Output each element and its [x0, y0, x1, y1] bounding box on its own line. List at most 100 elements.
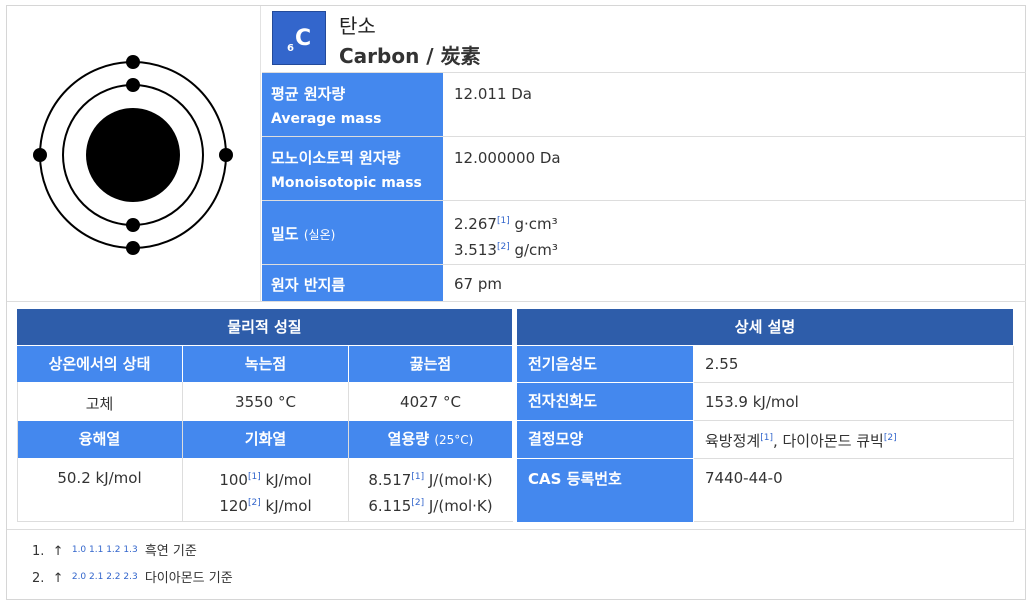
electron [126, 241, 140, 255]
melting-point-value: 3550 °C [235, 393, 296, 411]
boiling-point-header: 끓는점 [349, 346, 512, 382]
average-mass-row: 평균 원자량 Average mass 12.011 Da [262, 72, 1026, 136]
heat-of-fusion-value: 50.2 kJ/mol [57, 469, 142, 487]
density-values: 2.267[1] g·cm³ 3.513[2] g/cm³ [454, 211, 558, 263]
density-unit-2: g/cm³ [514, 241, 558, 259]
monoisotopic-mass-label: 모노이소토픽 원자량 Monoisotopic mass [262, 137, 443, 200]
heat-capacity-note: (25°C) [434, 433, 474, 447]
density-label-text: 밀도 (실온) [271, 223, 335, 244]
element-name-en: Carbon / 炭素 [339, 44, 481, 68]
crystal-hexagonal: 육방정계 [705, 432, 761, 450]
electronegativity-value: 2.55 [705, 355, 739, 373]
vaporization-number-1: 100 [219, 471, 248, 489]
table-border [17, 521, 513, 522]
cas-number-label: CAS 등록번호 [517, 459, 693, 522]
density-label-note: (실온) [303, 228, 336, 242]
average-mass-label-en: Average mass [271, 111, 382, 127]
table-border [17, 382, 18, 522]
state-header: 상온에서의 상태 [17, 346, 182, 382]
heat-capacity-header: 열용량 (25°C) [349, 421, 512, 458]
footnote-link[interactable]: [1] [248, 472, 261, 482]
atomic-radius-label-text: 원자 반지름 [271, 276, 346, 294]
density-number-2: 3.513 [454, 241, 497, 259]
density-unit-1: g·cm³ [514, 215, 558, 233]
average-mass-label-ko: 평균 원자량 [271, 85, 346, 103]
monoisotopic-mass-label-en: Monoisotopic mass [271, 175, 422, 191]
electron-affinity-value: 153.9 kJ/mol [705, 393, 799, 411]
table-border [694, 458, 1013, 459]
electron [126, 78, 140, 92]
density-value-graphite: 2.267[1] g·cm³ [454, 211, 558, 237]
electron [126, 218, 140, 232]
heat-capacity-unit-1: J/(mol·K) [428, 471, 493, 489]
table-border [694, 420, 1013, 421]
physical-properties-header: 물리적 성질 [17, 309, 512, 345]
crystal-structure-value: 육방정계[1], 다이아몬드 큐빅[2] [705, 430, 897, 451]
footnote-link[interactable]: [2] [411, 498, 424, 508]
melting-point-header: 녹는점 [183, 346, 348, 382]
footnote-link[interactable]: [1] [497, 216, 510, 226]
heat-of-vaporization-values: 100[1] kJ/mol 120[2] kJ/mol [183, 467, 348, 519]
atomic-number: 6 [287, 43, 294, 54]
average-mass-value: 12.011 Da [454, 85, 532, 103]
heat-capacity-values: 8.517[1] J/(mol·K) 6.115[2] J/(mol·K) [349, 467, 512, 519]
monoisotopic-mass-row: 모노이소토픽 원자량 Monoisotopic mass 12.000000 D… [262, 136, 1026, 200]
density-row: 밀도 (실온) 2.267[1] g·cm³ 3.513[2] g/cm³ [262, 200, 1026, 264]
nucleus [86, 108, 180, 202]
atomic-radius-row: 원자 반지름 67 pm [262, 264, 1026, 302]
footnote-item: 1. ↑ 1.0 1.1 1.2 1.3 흑연 기준 [32, 540, 197, 559]
crystal-diamond-cubic: , 다이아몬드 큐빅 [772, 432, 884, 450]
element-symbol: C [295, 26, 312, 51]
element-symbol-box: 6 C [272, 11, 326, 65]
average-mass-label: 평균 원자량 Average mass [262, 73, 443, 136]
footnote-number: 2. [32, 571, 45, 586]
electron [219, 148, 233, 162]
table-border [182, 382, 183, 522]
bohr-model-diagram [33, 55, 233, 255]
footnote-backrefs[interactable]: 2.0 2.1 2.2 2.3 [72, 572, 138, 582]
vaporization-unit-2: kJ/mol [265, 497, 312, 515]
table-border [694, 521, 1013, 522]
electron [126, 55, 140, 69]
section-divider [7, 529, 1026, 530]
table-border [694, 382, 1013, 383]
atomic-radius-value: 67 pm [454, 275, 502, 293]
atomic-radius-label: 원자 반지름 [262, 265, 443, 302]
footnote-number: 1. [32, 544, 45, 559]
table-border [1013, 346, 1014, 522]
density-label: 밀도 (실온) [262, 201, 443, 264]
heat-capacity-number-2: 6.115 [368, 497, 412, 515]
density-value-diamond: 3.513[2] g/cm³ [454, 237, 558, 263]
cas-number-value: 7440-44-0 [705, 469, 783, 487]
footnote-text: 흑연 기준 [144, 544, 197, 559]
section-divider [7, 301, 1026, 302]
footnote-text: 다이아몬드 기준 [144, 571, 233, 586]
bohr-model-panel [7, 6, 261, 302]
state-value: 고체 [85, 395, 114, 413]
density-label-main: 밀도 [271, 225, 299, 243]
electronegativity-label: 전기음성도 [517, 346, 693, 382]
footnote-link[interactable]: [1] [411, 472, 424, 482]
footnote-link[interactable]: [2] [497, 242, 510, 252]
footnote-backlink[interactable]: ↑ [53, 571, 64, 586]
vaporization-unit-1: kJ/mol [265, 471, 312, 489]
footnote-link[interactable]: [2] [884, 433, 897, 443]
footnote-link[interactable]: [1] [760, 433, 773, 443]
footnote-backrefs[interactable]: 1.0 1.1 1.2 1.3 [72, 545, 138, 555]
vaporization-number-2: 120 [219, 497, 248, 515]
monoisotopic-mass-label-ko: 모노이소토픽 원자량 [271, 149, 401, 167]
heat-capacity-unit-2: J/(mol·K) [428, 497, 493, 515]
density-number-1: 2.267 [454, 215, 497, 233]
detail-header: 상세 설명 [517, 309, 1013, 345]
footnote-backlink[interactable]: ↑ [53, 544, 64, 559]
footnote-item: 2. ↑ 2.0 2.1 2.2 2.3 다이아몬드 기준 [32, 567, 233, 586]
element-name-ko: 탄소 [339, 14, 376, 38]
monoisotopic-mass-value: 12.000000 Da [454, 149, 561, 167]
electron-affinity-label: 전자친화도 [517, 383, 693, 420]
heat-capacity-label: 열용량 [387, 430, 430, 448]
heat-capacity-number-1: 8.517 [368, 471, 412, 489]
heat-of-vaporization-header: 기화열 [183, 421, 348, 458]
heat-of-fusion-header: 융해열 [17, 421, 182, 458]
footnote-link[interactable]: [2] [248, 498, 261, 508]
electron [33, 148, 47, 162]
